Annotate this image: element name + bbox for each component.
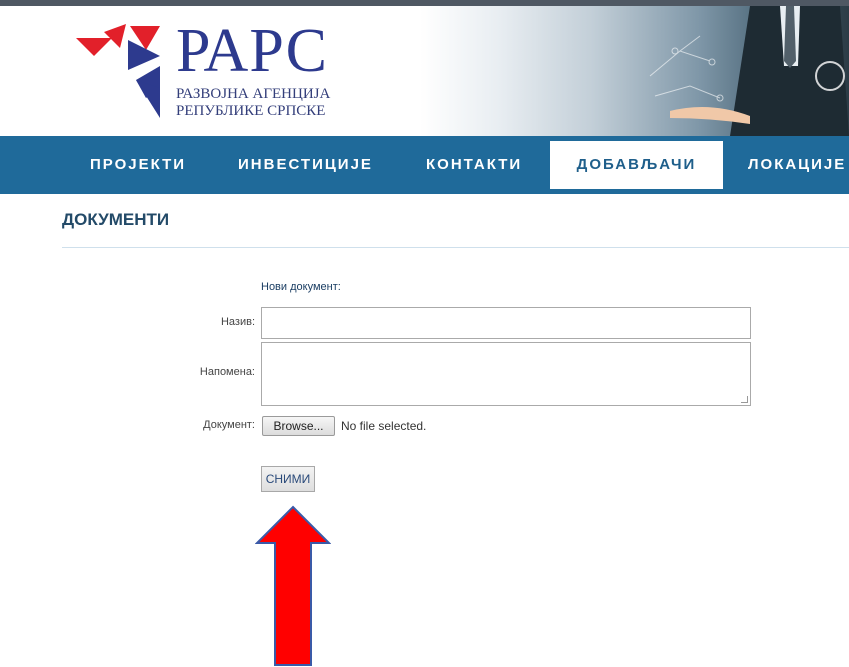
logo-subtitle-line1: РАЗВОЈНА АГЕНЦИЈА <box>176 86 331 102</box>
resize-handle-icon[interactable] <box>741 396 748 403</box>
logo-subtitle: РАЗВОЈНА АГЕНЦИЈА РЕПУБЛИКЕ СРПСКЕ <box>176 86 330 120</box>
logo-mark-icon <box>76 24 160 118</box>
up-arrow-icon <box>255 505 331 666</box>
nav-item-projects[interactable]: ПРОЈЕКТИ <box>90 136 186 194</box>
document-label: Документ: <box>203 419 255 431</box>
nav-item-investments[interactable]: ИНВЕСТИЦИЈЕ <box>238 136 373 194</box>
name-input[interactable] <box>261 307 751 339</box>
note-label: Напомена: <box>199 366 255 378</box>
nav-item-suppliers[interactable]: ДОБАВЉАЧИ <box>550 141 723 189</box>
logo-title: РАРС <box>176 17 328 85</box>
nav-item-locations[interactable]: ЛОКАЦИЈЕ <box>748 136 846 194</box>
note-textarea[interactable] <box>261 342 751 406</box>
nav-item-contacts[interactable]: КОНТАКТИ <box>426 136 522 194</box>
header-banner-graphic <box>649 6 849 136</box>
logo[interactable]: РАРС РАЗВОЈНА АГЕНЦИЈА РЕПУБЛИКЕ СРПСКЕ <box>76 18 356 128</box>
header-banner-image <box>420 6 849 136</box>
main-nav: ПРОЈЕКТИ ИНВЕСТИЦИЈЕ КОНТАКТИ ДОБАВЉАЧИ … <box>0 136 849 194</box>
page-title: ДОКУМЕНТИ <box>62 210 170 229</box>
save-button[interactable]: СНИМИ <box>261 466 315 492</box>
file-status: No file selected. <box>341 419 427 433</box>
form-header: Нови документ: <box>261 281 341 293</box>
title-divider <box>62 247 849 248</box>
name-label: Назив: <box>220 316 255 328</box>
logo-subtitle-line2: РЕПУБЛИКЕ СРПСКЕ <box>176 103 326 119</box>
browse-button[interactable]: Browse... <box>262 416 335 436</box>
site-header: РАРС РАЗВОЈНА АГЕНЦИЈА РЕПУБЛИКЕ СРПСКЕ <box>0 6 849 136</box>
